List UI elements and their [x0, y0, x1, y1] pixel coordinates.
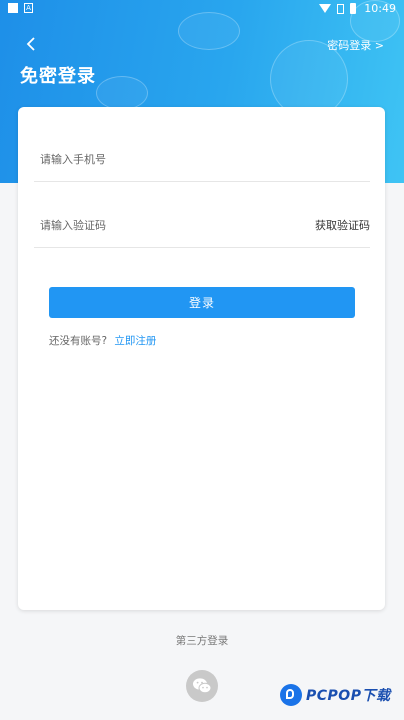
notification-a-icon: A	[24, 3, 33, 13]
no-account-text: 还没有账号?	[49, 335, 108, 347]
pcpop-logo-icon	[280, 684, 302, 706]
login-button[interactable]: 登录	[49, 287, 355, 318]
notification-square-icon	[8, 3, 18, 13]
watermark: PCPOP下载	[280, 684, 390, 706]
register-link[interactable]: 立即注册	[114, 335, 156, 347]
get-code-button[interactable]: 获取验证码	[315, 217, 370, 233]
code-input[interactable]	[34, 203, 274, 247]
back-button[interactable]	[24, 36, 44, 56]
phone-field	[34, 137, 370, 182]
login-card: 获取验证码 登录 还没有账号? 立即注册	[18, 107, 385, 610]
wechat-login-button[interactable]	[186, 670, 218, 702]
page-title: 免密登录	[20, 66, 96, 87]
code-field: 获取验证码	[34, 203, 370, 248]
password-login-link[interactable]: 密码登录 >	[327, 37, 384, 53]
register-row: 还没有账号? 立即注册	[49, 333, 156, 348]
phone-input[interactable]	[34, 137, 274, 181]
third-party-login-title: 第三方登录	[175, 635, 229, 647]
chevron-left-icon	[26, 37, 35, 51]
status-time: 10:49	[364, 2, 396, 15]
battery-icon	[350, 3, 357, 14]
sim-icon	[337, 3, 345, 14]
wifi-icon	[319, 4, 332, 13]
wechat-icon	[193, 678, 212, 694]
watermark-text: PCPOP下载	[306, 688, 391, 704]
decorative-bubble	[96, 76, 148, 110]
status-bar: A 10:49	[0, 0, 404, 18]
